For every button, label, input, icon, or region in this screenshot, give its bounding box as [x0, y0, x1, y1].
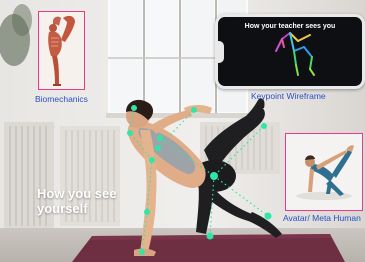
main-caption-line2: yourself [37, 201, 88, 216]
avatar-figure [286, 134, 361, 209]
keypoint-wireframe [275, 32, 315, 76]
biomechanics-label: Biomechanics [35, 94, 88, 104]
avatar-label: Avatar/ Meta Human [283, 213, 361, 223]
yoga-pose-estimation-collage: Biomechanics How your teacher sees you K… [0, 0, 365, 262]
main-caption: How you see yourself [37, 186, 147, 216]
anatomy-figure [39, 12, 83, 88]
keypoint-wireframe-label: Keypoint Wireframe [251, 91, 326, 101]
phone-mockup: How your teacher sees you [215, 14, 365, 89]
biomechanics-inset [38, 11, 85, 90]
avatar-inset [285, 133, 363, 211]
main-caption-line1: How you see [37, 186, 117, 201]
